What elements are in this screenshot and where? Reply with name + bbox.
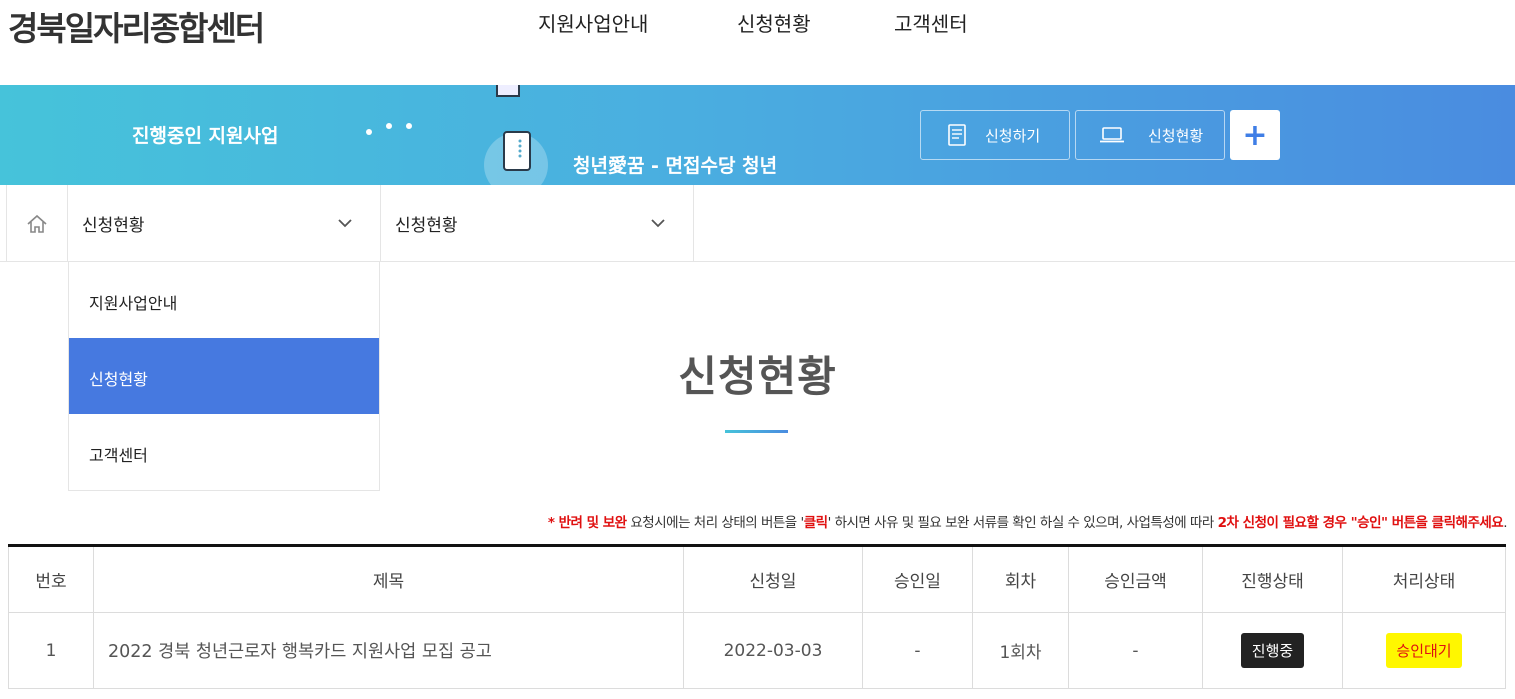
dropdown-item-application-status[interactable]: 신청현황 [69, 338, 379, 414]
depth1-value: 신청현황 [82, 216, 145, 236]
home-button[interactable] [6, 185, 68, 262]
site-logo[interactable]: 경북일자리종합센터 [8, 2, 265, 50]
chevron-down-icon [651, 213, 665, 233]
header-progress: 진행상태 [1203, 547, 1343, 612]
home-icon [27, 214, 47, 233]
header-amount: 승인금액 [1069, 547, 1203, 612]
progress-badge: 진행중 [1240, 633, 1305, 668]
dropdown-item-customer-center[interactable]: 고객센터 [69, 414, 379, 490]
card-icon [496, 85, 520, 97]
apply-label: 신청하기 [985, 126, 1041, 145]
dots-decoration [364, 119, 424, 139]
table-row: 1 2022 경북 청년근로자 행복카드 지원사업 모집 공고 2022-03-… [8, 613, 1506, 689]
table-header-row: 번호 제목 신청일 승인일 회차 승인금액 진행상태 처리상태 [8, 547, 1506, 613]
depth2-value: 신청현황 [395, 216, 458, 236]
depth1-dropdown-menu: 지원사업안내 신청현황 고객센터 [68, 261, 380, 491]
cell-number: 1 [8, 613, 94, 688]
status-label: 신청현황 [1148, 126, 1204, 145]
banner-program-name[interactable]: 청년愛꿈 - 면접수당 청년 [573, 151, 777, 178]
apply-button[interactable]: 신청하기 [920, 110, 1070, 160]
location-select-depth2[interactable]: 신청현황 [381, 185, 694, 262]
banner-title: 진행중인 지원사업 [132, 125, 279, 147]
cell-amount: - [1069, 613, 1203, 688]
header-number: 번호 [8, 547, 94, 612]
header-approved-date: 승인일 [863, 547, 973, 612]
nav-support-info[interactable]: 지원사업안내 [538, 8, 648, 37]
cell-round: 1회차 [973, 613, 1069, 688]
phone-icon [503, 131, 531, 171]
status-button[interactable]: 신청현황 [1075, 110, 1225, 160]
status-badge-button[interactable]: 승인대기 [1386, 633, 1462, 668]
chevron-down-icon [338, 213, 352, 233]
cell-status: 승인대기 [1343, 613, 1506, 688]
cell-progress: 진행중 [1203, 613, 1343, 688]
nav-application-status[interactable]: 신청현황 [737, 8, 811, 37]
nav-customer-center[interactable]: 고객센터 [894, 8, 968, 37]
cell-approved-date: - [863, 613, 973, 688]
header-status: 처리상태 [1343, 547, 1506, 612]
application-table: 번호 제목 신청일 승인일 회차 승인금액 진행상태 처리상태 1 2022 경… [8, 544, 1506, 689]
header-applied-date: 신청일 [684, 547, 863, 612]
header-round: 회차 [973, 547, 1069, 612]
cell-title[interactable]: 2022 경북 청년근로자 행복카드 지원사업 모집 공고 [94, 613, 684, 688]
program-banner: 진행중인 지원사업 청년愛꿈 - 면접수당 청년 신청하기 신청현황 + [0, 85, 1515, 185]
page-title: 신청현황 [678, 352, 837, 401]
laptop-icon [1100, 123, 1124, 147]
cell-applied-date: 2022-03-03 [684, 613, 863, 688]
header-title: 제목 [94, 547, 684, 612]
site-header: 경북일자리종합센터 지원사업안내 신청현황 고객센터 [0, 0, 1515, 85]
notice-text: * 반려 및 보완 요청시에는 처리 상태의 버튼을 '클릭' 하시면 사유 및… [547, 515, 1508, 531]
location-select-depth1[interactable]: 신청현황 [68, 185, 381, 262]
dropdown-item-support-info[interactable]: 지원사업안내 [69, 262, 379, 338]
title-underline [725, 430, 788, 433]
location-bar: 신청현황 신청현황 [0, 185, 1515, 262]
document-icon [945, 123, 969, 147]
plus-button[interactable]: + [1230, 110, 1280, 160]
